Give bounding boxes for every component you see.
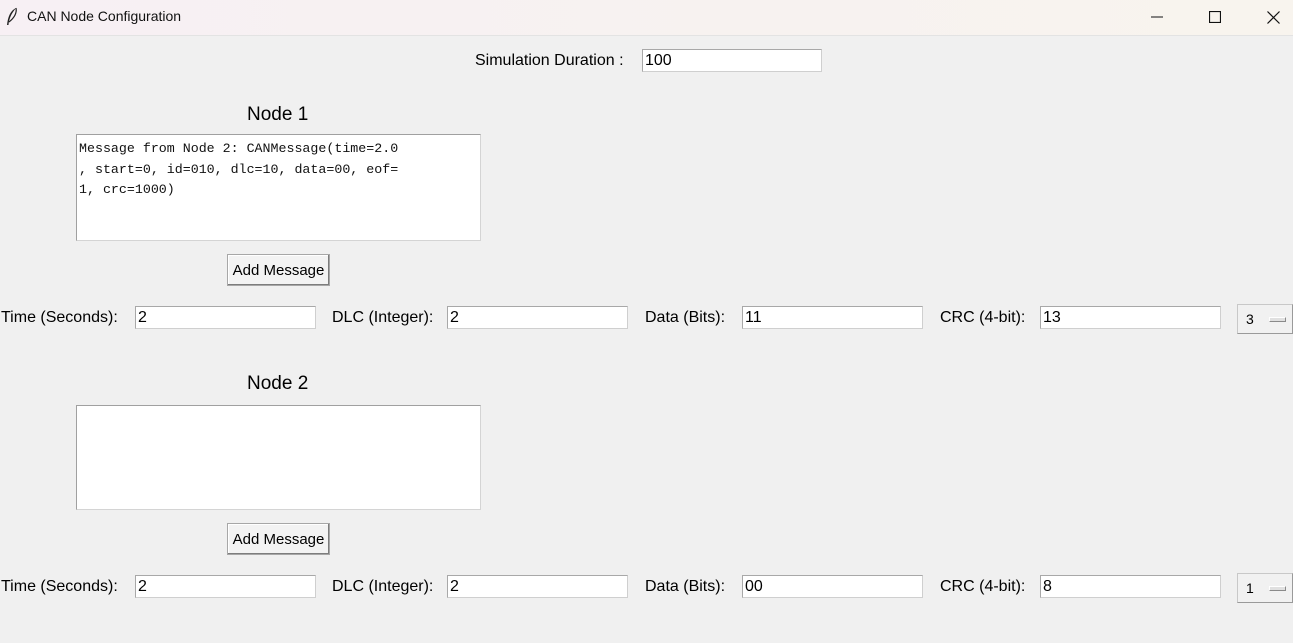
node-1-add-message-button[interactable]: Add Message — [227, 254, 330, 286]
feather-icon — [7, 7, 17, 25]
simulation-duration-label: Simulation Duration : — [475, 52, 624, 69]
node-1-option-value: 3 — [1246, 311, 1254, 327]
node-2-crc-input[interactable]: 8 — [1040, 575, 1221, 598]
node-1-option-menu[interactable]: 3 — [1237, 304, 1293, 334]
option-indicator-icon — [1269, 586, 1286, 591]
close-icon — [1266, 10, 1280, 24]
node-2-message-log[interactable] — [76, 405, 481, 510]
minimize-button[interactable] — [1128, 0, 1186, 34]
window-title: CAN Node Configuration — [27, 8, 182, 24]
node-2-dlc-input[interactable]: 2 — [447, 575, 628, 598]
maximize-button[interactable] — [1186, 0, 1244, 34]
node-2-data-input[interactable]: 00 — [742, 575, 923, 598]
close-button[interactable] — [1244, 0, 1293, 34]
node-1-crc-input[interactable]: 13 — [1040, 306, 1221, 329]
node-1-dlc-label: DLC (Integer): — [332, 309, 434, 326]
node-2-crc-label: CRC (4-bit): — [940, 578, 1026, 595]
node-2-dlc-label: DLC (Integer): — [332, 578, 434, 595]
node-1-data-label: Data (Bits): — [645, 309, 726, 326]
node-2-title: Node 2 — [247, 373, 309, 394]
minimize-icon — [1151, 16, 1163, 18]
node-1-data-input[interactable]: 11 — [742, 306, 923, 329]
node-1-dlc-input[interactable]: 2 — [447, 306, 628, 329]
node-2-add-message-button[interactable]: Add Message — [227, 523, 330, 555]
node-1-crc-label: CRC (4-bit): — [940, 309, 1026, 326]
node-2-option-menu[interactable]: 1 — [1237, 573, 1293, 603]
simulation-duration-input[interactable]: 100 — [642, 49, 822, 72]
node-1-time-input[interactable]: 2 — [135, 306, 316, 329]
node-1-message-log[interactable]: Message from Node 2: CANMessage(time=2.0… — [76, 134, 481, 241]
title-bar[interactable]: CAN Node Configuration — [0, 0, 1293, 36]
node-2-data-label: Data (Bits): — [645, 578, 726, 595]
node-2-time-label: Time (Seconds): — [1, 578, 118, 595]
maximize-icon — [1209, 11, 1221, 23]
node-2-time-input[interactable]: 2 — [135, 575, 316, 598]
node-1-time-label: Time (Seconds): — [1, 309, 118, 326]
option-indicator-icon — [1269, 317, 1286, 322]
node-1-title: Node 1 — [247, 104, 309, 125]
node-2-option-value: 1 — [1246, 580, 1254, 596]
